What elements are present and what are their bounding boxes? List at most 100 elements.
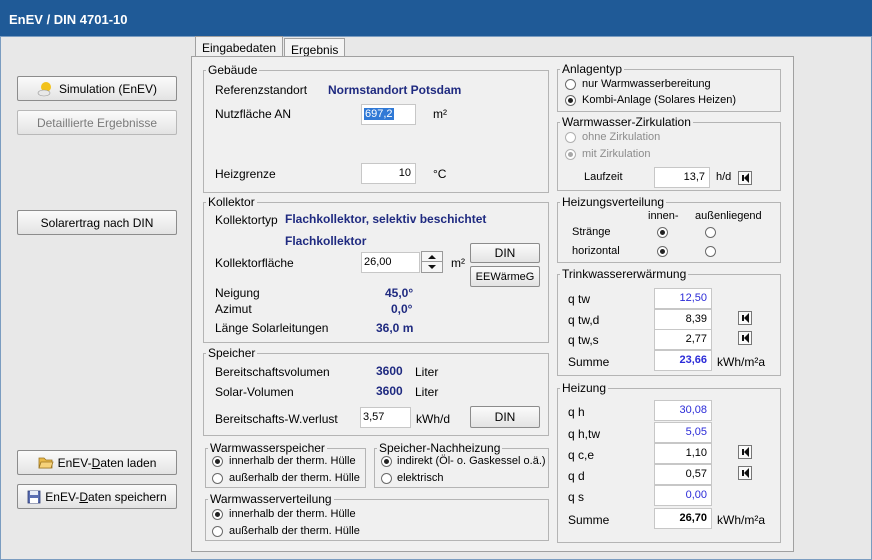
heizgrenze-input[interactable]: 10 — [361, 163, 416, 184]
laufzeit-speaker-icon[interactable] — [738, 171, 752, 185]
kollektorflaeche-spinner[interactable] — [421, 251, 443, 273]
gebaeude-legend: Gebäude — [208, 63, 258, 77]
azimut-label: Azimut — [215, 302, 252, 316]
kollektortyp-value-2: Flachkollektor — [285, 234, 367, 248]
speicher-nachheizung-legend: Speicher-Nachheizung — [379, 441, 501, 455]
floppy-disk-icon — [27, 490, 41, 503]
horizontal-innen-radio[interactable] — [657, 246, 668, 257]
wwverteilung-innerhalb-radio[interactable] — [212, 509, 223, 520]
anlagentyp-warmwasser-radio[interactable] — [565, 79, 576, 90]
qtw-value: 12,50 — [654, 288, 712, 309]
sun-cloud-icon — [37, 81, 51, 96]
straenge-aussen-radio[interactable] — [705, 227, 716, 238]
qtws-label: q tw,s — [568, 333, 599, 347]
trinkwasser-summe-value: 23,66 — [654, 350, 712, 371]
heizung-unit: kWh/m²a — [717, 513, 765, 527]
laufzeit-input[interactable]: 13,7 — [654, 167, 710, 188]
wwverteilung-innerhalb-label: innerhalb der therm. Hülle — [229, 508, 356, 520]
nachheizung-elektrisch-radio[interactable] — [381, 473, 392, 484]
trinkwasser-summe-label: Summe — [568, 355, 610, 369]
qtwd-speaker-icon[interactable] — [738, 311, 752, 325]
folder-open-icon — [38, 457, 54, 468]
laenge-solarleitungen-value: 36,0 m — [376, 321, 414, 335]
nutzflaeche-unit: m² — [433, 107, 447, 121]
solar-volumen-value: 3600 — [376, 384, 403, 398]
nutzflaeche-label: Nutzfläche AN — [215, 107, 292, 121]
heizgrenze-unit: °C — [433, 167, 447, 181]
bereitschaftsvolumen-unit: Liter — [415, 365, 439, 379]
detail-results-label: Detaillierte Ergebnisse — [36, 115, 158, 130]
qtws-speaker-icon[interactable] — [738, 331, 752, 345]
heizverteilung-row-horizontal: horizontal — [572, 245, 620, 257]
qd-input[interactable]: 0,57 — [654, 464, 712, 485]
heizverteilung-row-straenge: Stränge — [572, 226, 611, 238]
warmwasserspeicher-legend: Warmwasserspeicher — [210, 441, 325, 455]
speicher-din-button[interactable]: DIN — [470, 406, 540, 428]
bereitschafts-wverlust-label: Bereitschafts-W.verlust — [215, 412, 338, 426]
zirkulation-ohne-radio[interactable] — [565, 132, 576, 143]
solar-volumen-unit: Liter — [415, 385, 439, 399]
trinkwasser-legend: Trinkwassererwärmung — [562, 267, 687, 281]
bereitschaftsvolumen-value: 3600 — [376, 364, 403, 378]
warmwasserverteilung-legend: Warmwasserverteilung — [210, 492, 332, 506]
qh-value: 30,08 — [654, 400, 712, 421]
nachheizung-elektrisch-label: elektrisch — [397, 472, 444, 484]
kollektortyp-label: Kollektortyp — [215, 213, 278, 227]
nutzflaeche-input[interactable]: 697,2 — [361, 104, 416, 125]
title-bar: EnEV / DIN 4701-10 — [0, 0, 872, 36]
laufzeit-label: Laufzeit — [584, 171, 623, 183]
wwverteilung-ausserhalb-radio[interactable] — [212, 526, 223, 537]
spin-up-icon[interactable] — [422, 252, 442, 262]
qce-speaker-icon[interactable] — [738, 445, 752, 459]
laenge-solarleitungen-label: Länge Solarleitungen — [215, 321, 329, 335]
bereitschafts-wverlust-unit: kWh/d — [416, 412, 451, 426]
kollektorflaeche-label: Kollektorfläche — [215, 256, 294, 270]
zirkulation-legend: Warmwasser-Zirkulation — [562, 115, 691, 129]
heizverteilung-col-aussen: außenliegend — [695, 210, 762, 222]
kollektortyp-value: Flachkollektor, selektiv beschichtet — [285, 212, 487, 226]
tab-eingabedaten[interactable]: Eingabedaten — [195, 36, 284, 57]
qtwd-label: q tw,d — [568, 313, 600, 327]
heizung-summe-label: Summe — [568, 513, 610, 527]
spin-down-icon[interactable] — [422, 262, 442, 272]
anlagentyp-warmwasser-label: nur Warmwasserbereitung — [582, 78, 711, 90]
qtw-label: q tw — [568, 292, 591, 306]
qd-label: q d — [568, 469, 585, 483]
kollektorflaeche-input[interactable]: 26,00 — [361, 252, 420, 273]
save-data-button[interactable]: EnEV-Daten speichern — [17, 484, 177, 509]
eewaermeg-button[interactable]: EEWärmeG — [470, 266, 540, 287]
wwspeicher-ausserhalb-label: außerhalb der therm. Hülle — [229, 472, 360, 484]
heizung-summe-value: 26,70 — [654, 508, 712, 529]
anlagentyp-legend: Anlagentyp — [562, 62, 623, 76]
horizontal-aussen-radio[interactable] — [705, 246, 716, 257]
qtws-input[interactable]: 2,77 — [654, 329, 712, 350]
wwspeicher-innerhalb-radio[interactable] — [212, 456, 223, 467]
qtwd-input[interactable]: 8,39 — [654, 309, 712, 330]
neigung-label: Neigung — [215, 286, 260, 300]
qs-label: q s — [568, 490, 585, 504]
load-data-button[interactable]: EnEV-Daten laden — [17, 450, 177, 475]
heizverteilung-col-innen: innen- — [648, 210, 679, 222]
kollektor-din-button[interactable]: DIN — [470, 243, 540, 263]
bereitschaftsvolumen-label: Bereitschaftsvolumen — [215, 365, 330, 379]
anlagentyp-kombi-radio[interactable] — [565, 95, 576, 106]
zirkulation-mit-radio[interactable] — [565, 149, 576, 160]
qhtw-value: 5,05 — [654, 422, 712, 443]
wwspeicher-innerhalb-label: innerhalb der therm. Hülle — [229, 455, 356, 467]
tab-ergebnis[interactable]: Ergebnis — [284, 38, 346, 57]
straenge-innen-radio[interactable] — [657, 227, 668, 238]
wwspeicher-ausserhalb-radio[interactable] — [212, 473, 223, 484]
nachheizung-indirekt-radio[interactable] — [381, 456, 392, 467]
window-title: EnEV / DIN 4701-10 — [9, 12, 128, 27]
solarertrag-label: Solarertrag nach DIN — [40, 215, 154, 230]
simulation-button[interactable]: Simulation (EnEV) — [17, 76, 177, 101]
qce-input[interactable]: 1,10 — [654, 443, 712, 464]
laufzeit-unit: h/d — [716, 171, 732, 183]
save-data-label: EnEV-Daten speichern — [45, 489, 167, 504]
bereitschafts-wverlust-input[interactable]: 3,57 — [360, 407, 411, 428]
qd-speaker-icon[interactable] — [738, 466, 752, 480]
solar-volumen-label: Solar-Volumen — [215, 385, 294, 399]
detail-results-button[interactable]: Detaillierte Ergebnisse — [17, 110, 177, 135]
azimut-value: 0,0° — [391, 302, 413, 316]
solarertrag-button[interactable]: Solarertrag nach DIN — [17, 210, 177, 235]
